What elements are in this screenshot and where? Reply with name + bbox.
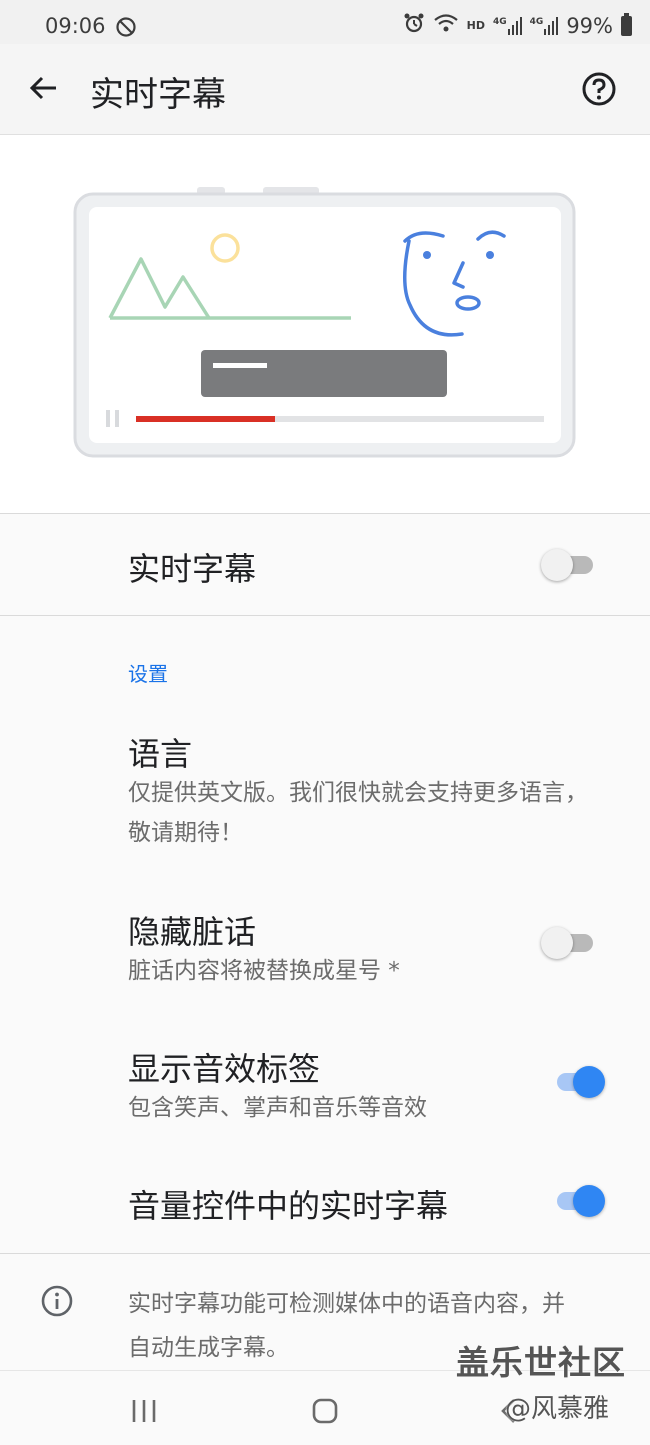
- signal-label-2: 4G: [529, 16, 544, 27]
- hide-profanity-title: 隐藏脏话: [128, 913, 257, 951]
- volume-control-caption-setting[interactable]: 音量控件中的实时字幕: [0, 1165, 650, 1245]
- hide-profanity-summary: 脏话内容将被替换成星号 *: [128, 958, 400, 984]
- hd-label: HD: [466, 19, 485, 32]
- status-bar: 09:06 HD 4G 4G 99%: [0, 0, 650, 44]
- language-setting-title: 语言: [128, 735, 193, 773]
- live-caption-master-switch[interactable]: [541, 545, 597, 585]
- volume-control-caption-title: 音量控件中的实时字幕: [128, 1187, 449, 1225]
- signal-icon-1: 4G: [493, 16, 522, 35]
- switch-thumb: [573, 1185, 605, 1217]
- live-caption-master-row[interactable]: 实时字幕: [0, 514, 650, 615]
- signal-label-1: 4G: [493, 16, 507, 27]
- watermark-community: 盖乐世社区: [456, 1343, 626, 1382]
- battery-icon: [621, 12, 632, 36]
- do-not-disturb-icon: [115, 16, 137, 43]
- switch-thumb: [573, 1066, 605, 1098]
- switch-thumb: [541, 927, 573, 959]
- home-icon[interactable]: [305, 1391, 345, 1431]
- language-setting[interactable]: 语言 仅提供英文版。我们很快就会支持更多语言，敬请期待！: [0, 715, 650, 855]
- recent-apps-icon[interactable]: [124, 1391, 164, 1431]
- live-caption-illustration: [73, 187, 576, 458]
- page-title: 实时字幕: [90, 75, 226, 115]
- alarm-icon: [403, 12, 425, 39]
- switch-thumb: [541, 549, 573, 581]
- header-illustration: [0, 135, 650, 513]
- settings-section-header: 设置: [128, 662, 168, 686]
- live-caption-master-label: 实时字幕: [128, 550, 257, 588]
- divider: [0, 615, 650, 616]
- app-bar: 实时字幕: [0, 44, 650, 135]
- info-icon: [40, 1284, 74, 1318]
- sound-labels-summary: 包含笑声、掌声和音乐等音效: [128, 1095, 427, 1121]
- status-time: 09:06: [45, 14, 106, 38]
- sound-labels-setting[interactable]: 显示音效标签 包含笑声、掌声和音乐等音效: [0, 1032, 650, 1132]
- hide-profanity-setting[interactable]: 隐藏脏话 脏话内容将被替换成星号 *: [0, 895, 650, 995]
- back-arrow-icon[interactable]: [24, 68, 64, 108]
- language-setting-summary: 仅提供英文版。我们很快就会支持更多语言，敬请期待！: [128, 780, 588, 846]
- sound-labels-title: 显示音效标签: [128, 1050, 321, 1088]
- wifi-icon: [433, 13, 459, 38]
- help-icon[interactable]: [580, 70, 618, 108]
- volume-control-caption-switch[interactable]: [551, 1181, 607, 1221]
- sound-labels-switch[interactable]: [551, 1062, 607, 1102]
- watermark-author: @风慕雅: [505, 1394, 610, 1424]
- signal-icon-2: 4G: [529, 16, 559, 35]
- battery-percent: 99%: [566, 13, 613, 38]
- hide-profanity-switch[interactable]: [541, 923, 597, 963]
